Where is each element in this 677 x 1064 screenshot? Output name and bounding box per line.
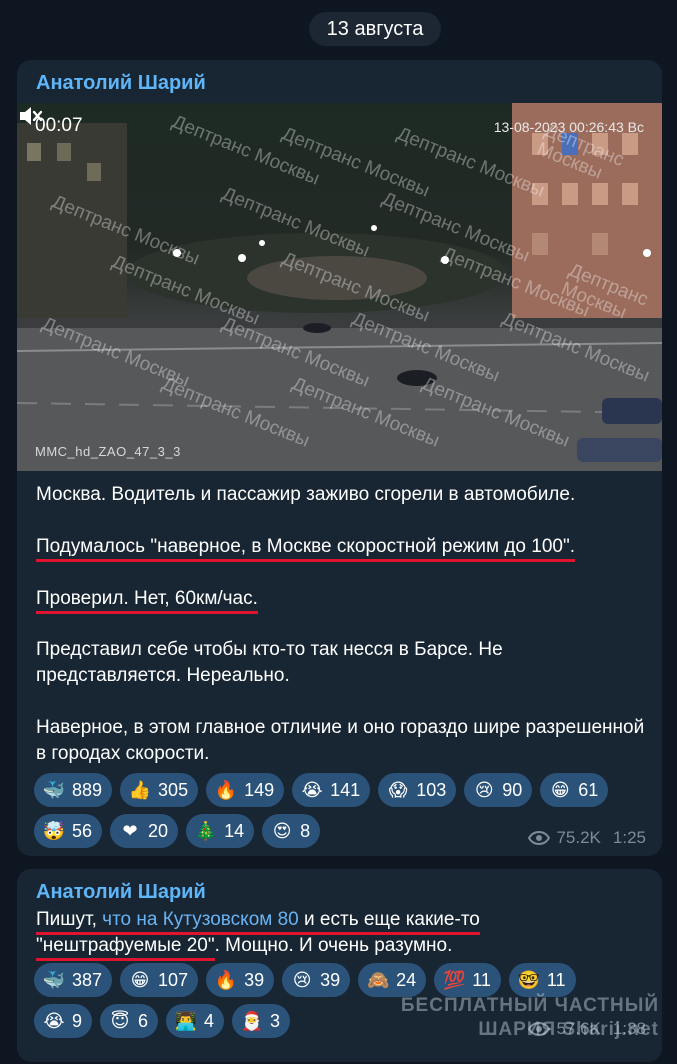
reaction-emoji-icon: 😁	[550, 779, 570, 801]
post-time: 1:25	[612, 828, 646, 847]
reaction-emoji-icon: 🐳	[42, 969, 66, 991]
reaction-chip[interactable]: 🔥 39	[206, 963, 275, 997]
reaction-chip[interactable]: 😇 6	[100, 1004, 159, 1038]
reaction-count: 9	[72, 1010, 83, 1031]
reaction-chip[interactable]: 😭 9	[34, 1004, 93, 1038]
reaction-count: 3	[270, 1010, 281, 1031]
reaction-emoji-icon: 👨‍💻	[174, 1010, 198, 1032]
post-link[interactable]: что на Кутузовском 80	[102, 909, 299, 930]
camera-timestamp: 13-08-2023 00:26:43 Вс	[493, 119, 644, 135]
reaction-emoji-icon: ❤	[122, 820, 138, 842]
reaction-chip[interactable]: 🔥 149	[206, 773, 285, 807]
reaction-emoji-icon: 💯	[442, 969, 466, 991]
reaction-emoji-icon: 🤯	[42, 820, 66, 842]
post-text-p2: Подумалось "наверное, в Москве скоростно…	[36, 536, 575, 562]
reaction-chip[interactable]: 🐳 387	[34, 963, 113, 997]
reaction-count: 39	[244, 969, 265, 990]
post-text-p4: Представил себе чтобы кто-то так несся в…	[36, 639, 503, 686]
post-text-p1: Москва. Водитель и пассажир заживо сгоре…	[36, 484, 576, 505]
post-text-p5: Наверное, в этом главное отличие и оно г…	[36, 717, 645, 764]
video-player[interactable]: Дептранс Москвы Дептранс Москвы Дептранс…	[17, 103, 662, 471]
reaction-chip[interactable]: 😭 141	[292, 773, 371, 807]
reaction-chip[interactable]: 🤯 56	[34, 814, 103, 848]
reaction-chip[interactable]: 👨‍💻 4	[166, 1004, 225, 1038]
post-text-line: Подумалось "наверное, в Москве скоростно…	[36, 534, 646, 562]
reaction-count: 11	[472, 969, 491, 990]
views-count: 75.2K	[556, 828, 601, 847]
post-text-part: . Мощно. И очень разумно.	[214, 935, 453, 956]
reaction-emoji-icon: 🎅	[240, 1010, 264, 1032]
reaction-count: 56	[72, 820, 93, 841]
reaction-count: 305	[158, 779, 189, 800]
reaction-emoji-icon: 😇	[110, 1010, 130, 1032]
reaction-emoji-icon: 😱	[388, 779, 408, 801]
reaction-count: 4	[204, 1010, 215, 1031]
reaction-chip[interactable]: 😢 39	[282, 963, 351, 997]
reaction-emoji-icon: 🔥	[214, 969, 238, 991]
reaction-chip[interactable]: 🎄 14	[186, 814, 255, 848]
reaction-chip[interactable]: 😍 8	[262, 814, 321, 848]
views-icon	[528, 831, 551, 845]
post-text-quote: "нештрафуемые 20"	[36, 935, 215, 961]
reaction-emoji-icon: 🤓	[517, 969, 541, 991]
reaction-count: 90	[502, 779, 523, 800]
reaction-count: 14	[224, 820, 245, 841]
reaction-count: 107	[158, 969, 189, 990]
reaction-count: 103	[416, 779, 447, 800]
reaction-count: 889	[72, 779, 103, 800]
reaction-count: 11	[546, 969, 566, 990]
reaction-count: 61	[578, 779, 599, 800]
reaction-chip[interactable]: 🐳 889	[34, 773, 113, 807]
post-author[interactable]: Анатолий Шарий	[36, 881, 206, 904]
post-text-p3: Проверил. Нет, 60км/час.	[36, 588, 258, 614]
reaction-emoji-icon: 🙈	[366, 969, 390, 991]
reaction-chip[interactable]: 💯 11	[434, 963, 501, 997]
reaction-emoji-icon: 👍	[128, 779, 152, 801]
channel-post: Анатолий Шарий Дептранс Москвы Дептранс …	[17, 60, 662, 856]
site-watermark-line1: БЕСПЛАТНЫЙ ЧАСТНЫЙ	[400, 995, 659, 1016]
reaction-count: 8	[300, 820, 311, 841]
post-text-part: Пишут,	[36, 909, 103, 930]
camera-id: MMC_hd_ZAO_47_3_3	[35, 444, 181, 459]
post-text-line: Москва. Водитель и пассажир заживо сгоре…	[36, 482, 646, 508]
reaction-count: 20	[148, 820, 169, 841]
reaction-chip[interactable]: ❤ 20	[110, 814, 179, 848]
muted-icon[interactable]	[17, 103, 43, 129]
reaction-chip[interactable]: 🎅 3	[232, 1004, 291, 1038]
reaction-chip[interactable]: 😢 90	[464, 773, 533, 807]
reaction-emoji-icon: 😢	[292, 969, 312, 991]
reaction-emoji-icon: 😢	[474, 779, 494, 801]
reaction-count: 24	[396, 969, 417, 990]
reaction-emoji-icon: 🎄	[194, 820, 218, 842]
reaction-chip[interactable]: 😁 61	[540, 773, 609, 807]
reaction-emoji-icon: 😍	[272, 820, 292, 842]
post-text: Пишут, что на Кутузовском 80 и есть еще …	[36, 907, 646, 961]
reaction-emoji-icon: 😭	[43, 1010, 65, 1032]
reaction-count: 39	[320, 969, 341, 990]
post-author[interactable]: Анатолий Шарий	[36, 72, 206, 95]
reaction-emoji-icon: 🔥	[214, 779, 238, 801]
reaction-count: 149	[244, 779, 275, 800]
reaction-chip[interactable]: 🙈 24	[358, 963, 427, 997]
site-watermark: БЕСПЛАТНЫЙ ЧАСТНЫЙ ШАРИЯ Sharij.net	[401, 994, 659, 1042]
reaction-chip[interactable]: 🤓 11	[508, 963, 576, 997]
reaction-chip[interactable]: 😱 103	[378, 773, 457, 807]
reaction-emoji-icon: 😁	[130, 969, 150, 991]
reaction-emoji-icon: 😭	[301, 779, 323, 801]
reaction-count: 6	[138, 1010, 149, 1031]
site-watermark-line2: ШАРИЯ Sharij.net	[478, 1019, 659, 1040]
date-separator: 13 августа	[309, 12, 441, 46]
reaction-chip[interactable]: 😁 107	[120, 963, 199, 997]
post-meta: 75.2K 1:25	[528, 828, 646, 848]
post-text-part: и есть еще какие-то	[298, 909, 480, 930]
post-text-line: Проверил. Нет, 60км/час.	[36, 586, 646, 614]
reaction-count: 141	[330, 779, 361, 800]
reaction-count: 387	[72, 969, 103, 990]
reaction-chip[interactable]: 👍 305	[120, 773, 199, 807]
reaction-emoji-icon: 🐳	[42, 779, 66, 801]
